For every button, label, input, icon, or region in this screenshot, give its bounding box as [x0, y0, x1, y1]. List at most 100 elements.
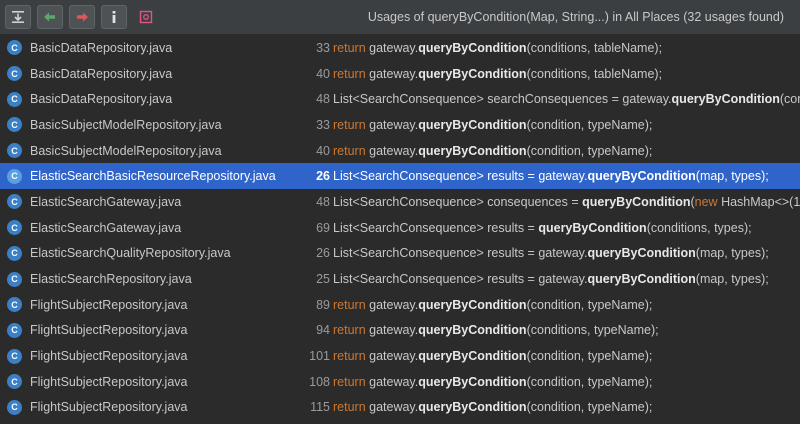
file-name: ElasticSearchBasicResourceRepository.jav… — [30, 169, 276, 184]
code-text: HashMap<>(1), t — [721, 194, 800, 209]
code-text: List<SearchConsequence> results = gatewa… — [333, 272, 588, 287]
settings-icon — [139, 10, 153, 24]
line-number: 33 — [316, 117, 330, 132]
class-icon: C — [7, 117, 22, 133]
usage-row[interactable]: C FlightSubjectRepository.java 115 return g… — [0, 395, 800, 421]
usage-row[interactable]: C BasicSubjectModelRepository.java 33 retur… — [0, 112, 800, 138]
code-snippet: return gateway.queryByCondition(conditio… — [333, 41, 800, 55]
line-number: 33 — [316, 40, 330, 55]
line-number: 69 — [316, 220, 330, 235]
code-text: (map, types); — [695, 272, 769, 287]
file-name: BasicSubjectModelRepository.java — [30, 143, 222, 158]
usage-row[interactable]: C FlightSubjectRepository.java 108 return g… — [0, 369, 800, 395]
class-icon: C — [7, 40, 22, 56]
line-number: 26 — [316, 169, 330, 184]
code-snippet: return gateway.queryByCondition(conditio… — [333, 118, 800, 132]
class-icon: C — [7, 322, 22, 338]
code-text: gateway. — [365, 117, 419, 132]
usage-row[interactable]: C BasicSubjectModelRepository.java 40 retur… — [0, 138, 800, 164]
usage-row[interactable]: C ElasticSearchGateway.java 69 List<SearchC… — [0, 215, 800, 241]
code-keyword: return — [333, 400, 366, 415]
code-text: (conditions, types); — [646, 220, 752, 235]
code-snippet: return gateway.queryByCondition(conditio… — [333, 298, 800, 312]
code-snippet: List<SearchConsequence> searchConsequenc… — [333, 92, 800, 106]
code-match: queryByCondition — [671, 92, 780, 107]
code-snippet: return gateway.queryByCondition(conditio… — [333, 144, 800, 158]
usage-row[interactable]: C BasicDataRepository.java 40 return gatewa… — [0, 61, 800, 87]
file-name: BasicDataRepository.java — [30, 92, 173, 107]
info-button[interactable] — [101, 5, 127, 29]
class-icon: C — [7, 168, 22, 184]
code-keyword: new — [694, 194, 718, 209]
class-icon: C — [7, 348, 22, 364]
usage-row[interactable]: C BasicDataRepository.java 33 return gatewa… — [0, 35, 800, 61]
code-text: (condition, typeName); — [526, 117, 653, 132]
class-icon: C — [7, 245, 22, 261]
code-match: queryByCondition — [418, 117, 527, 132]
code-match: queryByCondition — [418, 297, 527, 312]
code-text: List<SearchConsequence> searchConsequenc… — [333, 92, 672, 107]
file-name: FlightSubjectRepository.java — [30, 349, 188, 364]
code-text: (condition, typeName); — [526, 349, 653, 364]
class-icon: C — [7, 399, 22, 415]
file-name: BasicDataRepository.java — [30, 40, 173, 55]
code-keyword: return — [333, 117, 366, 132]
previous-occurrence-button[interactable] — [37, 5, 63, 29]
usages-toolbar: Usages of queryByCondition(Map, String..… — [0, 0, 800, 35]
merge-usages-button[interactable] — [5, 5, 31, 29]
code-match: queryByCondition — [418, 66, 527, 81]
code-text: gateway. — [365, 66, 419, 81]
code-match: queryByCondition — [418, 349, 527, 364]
code-match: queryByCondition — [418, 400, 527, 415]
usage-row[interactable]: C ElasticSearchRepository.java 25 List<Sear… — [0, 266, 800, 292]
code-keyword: return — [333, 143, 366, 158]
code-snippet: List<SearchConsequence> results = queryB… — [333, 221, 800, 235]
code-keyword: return — [333, 374, 366, 389]
line-number: 94 — [316, 323, 330, 338]
usage-row[interactable]: C ElasticSearchGateway.java 48 List<SearchC… — [0, 189, 800, 215]
usage-row[interactable]: C BasicDataRepository.java 48 List<SearchCo… — [0, 86, 800, 112]
code-match: queryByCondition — [418, 40, 527, 55]
code-keyword: return — [333, 297, 366, 312]
code-text: gateway. — [365, 323, 419, 338]
usage-row[interactable]: C FlightSubjectRepository.java 101 return g… — [0, 343, 800, 369]
next-occurrence-button[interactable] — [69, 5, 95, 29]
line-number: 108 — [309, 374, 330, 389]
code-match: queryByCondition — [587, 246, 696, 261]
code-keyword: return — [333, 40, 366, 55]
usage-row[interactable]: C FlightSubjectRepository.java 89 return ga… — [0, 292, 800, 318]
line-number: 48 — [316, 194, 330, 209]
usages-list: C BasicDataRepository.java 33 return gatewa… — [0, 35, 800, 420]
usage-row[interactable]: C FlightSubjectRepository.java 94 return ga… — [0, 318, 800, 344]
usages-title: Usages of queryByCondition(Map, String..… — [367, 10, 784, 24]
class-icon: C — [7, 297, 22, 313]
code-text: gateway. — [365, 143, 419, 158]
class-icon: C — [7, 374, 22, 390]
code-text: (conditi — [779, 92, 800, 107]
code-match: queryByCondition — [582, 194, 691, 209]
class-icon: C — [7, 66, 22, 82]
code-snippet: return gateway.queryByCondition(conditio… — [333, 67, 800, 81]
usage-row[interactable]: C ElasticSearchQualityRepository.java 26 Li… — [0, 241, 800, 267]
code-snippet: List<SearchConsequence> results = gatewa… — [333, 272, 800, 286]
next-occurrence-icon — [77, 12, 88, 22]
file-name: FlightSubjectRepository.java — [30, 297, 188, 312]
line-number: 101 — [309, 349, 330, 364]
line-number: 25 — [316, 272, 330, 287]
code-text: gateway. — [365, 400, 419, 415]
code-keyword: return — [333, 323, 366, 338]
file-name: BasicDataRepository.java — [30, 66, 173, 81]
file-name: FlightSubjectRepository.java — [30, 400, 188, 415]
file-name: FlightSubjectRepository.java — [30, 323, 188, 338]
code-text: gateway. — [365, 374, 419, 389]
file-name: ElasticSearchRepository.java — [30, 272, 192, 287]
file-name: BasicSubjectModelRepository.java — [30, 117, 222, 132]
usage-row[interactable]: C ElasticSearchBasicResourceRepository.ja… — [0, 163, 800, 190]
class-icon: C — [7, 143, 22, 159]
line-number: 40 — [316, 143, 330, 158]
settings-button[interactable] — [133, 5, 159, 29]
line-number: 115 — [310, 400, 330, 415]
info-icon — [112, 11, 116, 23]
class-icon: C — [7, 91, 22, 107]
previous-occurrence-icon — [44, 12, 55, 22]
